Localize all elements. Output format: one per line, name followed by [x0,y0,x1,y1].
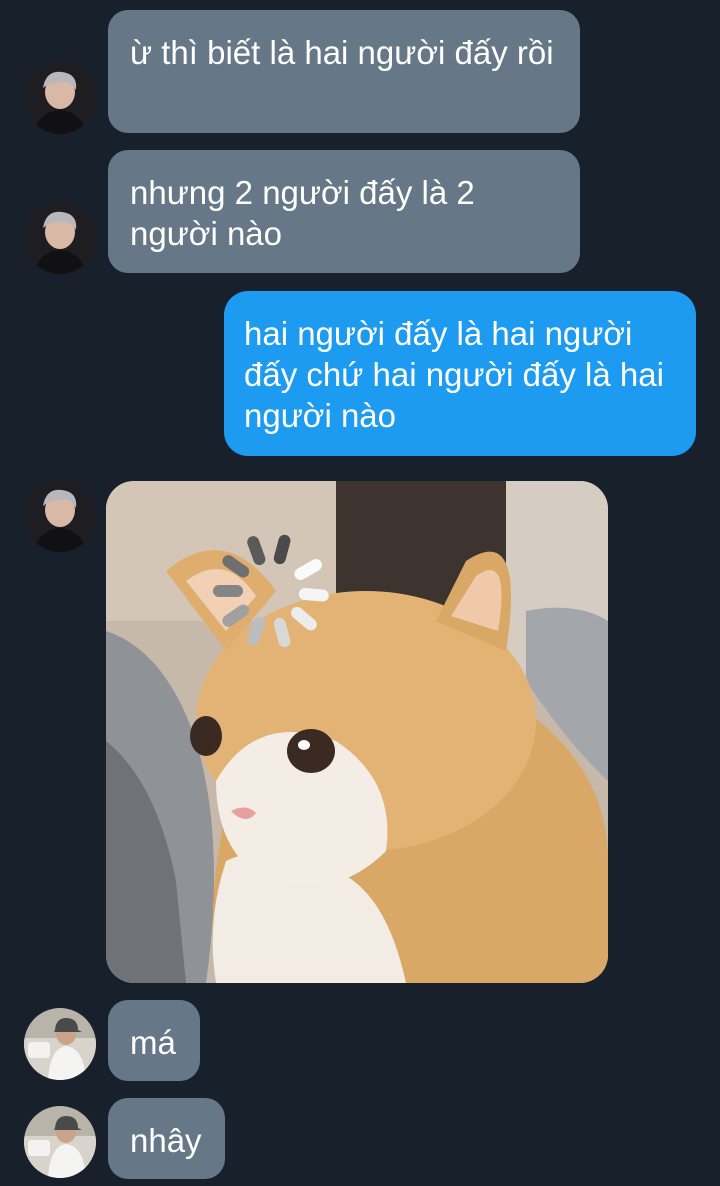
sender-avatar[interactable] [24,1106,96,1178]
message-bubble-incoming[interactable]: ừ thì biết là hai người đấy rồi [108,10,580,133]
sender-avatar[interactable] [24,62,96,134]
cat-loading-meme-image[interactable] [106,481,608,983]
message-bubble-outgoing[interactable]: hai người đấy là hai người đấy chứ hai n… [224,291,696,456]
sender-avatar[interactable] [24,480,96,552]
sender-avatar[interactable] [24,202,96,274]
sender-avatar[interactable] [24,1008,96,1080]
message-bubble-incoming[interactable]: má [108,1000,200,1081]
message-bubble-incoming[interactable]: nhưng 2 người đấy là 2 người nào [108,150,580,273]
message-bubble-incoming[interactable]: nhây [108,1098,225,1179]
